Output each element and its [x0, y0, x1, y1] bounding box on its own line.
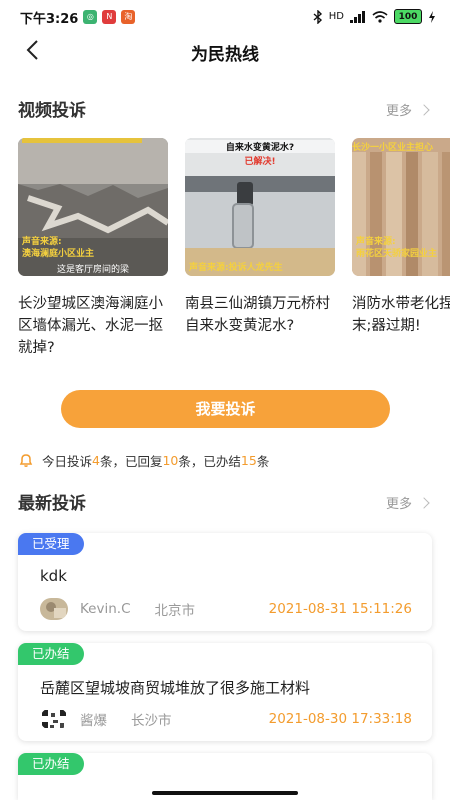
- stats-done-count: 15: [240, 452, 257, 468]
- video-card[interactable]: 声音来源: 澳海澜庭小区业主 这是客厅房间的梁 长沙望城区澳海澜庭小区墙体漏光、…: [18, 138, 168, 358]
- overlay-source-name: 投诉人龙先生: [228, 263, 283, 273]
- overlay-source-name: 澳海澜庭小区业主: [22, 249, 95, 259]
- complaint-card[interactable]: 已受理 kdk Kevin.C 北京市 2021-08-31 15:11:26: [18, 533, 432, 631]
- complaint-time: 2021-08-30 17:33:18: [268, 711, 412, 727]
- video-card[interactable]: 长沙一小区业主担心 声音来源: 雨花区天骄家园业主 消防水带老化捏就成粉末;器过…: [352, 138, 450, 337]
- status-badge: 已受理: [18, 533, 84, 555]
- status-icons: HD 100: [313, 9, 436, 24]
- video-overlay-title: 长沙一小区业主担心: [352, 143, 434, 153]
- complaint-meta: Kevin.C 北京市 2021-08-31 15:11:26: [40, 598, 412, 620]
- video-section-title: 视频投诉: [18, 101, 86, 121]
- video-overlay-source: 声音来源: 雨花区天骄家园业主: [356, 236, 437, 260]
- bell-icon: [19, 454, 33, 467]
- overlay-source-name: 雨花区天骄家园业主: [356, 249, 438, 259]
- stats-text-3: 条，已办结: [178, 453, 241, 469]
- signal-icon: [350, 10, 365, 23]
- video-thumbnail: 声音来源: 澳海澜庭小区业主 这是客厅房间的梁: [18, 138, 168, 276]
- video-caption: 长沙望城区澳海澜庭小区墙体漏光、水泥一抠就掉?: [18, 296, 163, 356]
- video-overlay-subtitle: 这是客厅房间的梁: [56, 265, 129, 275]
- video-section-header: 视频投诉 更多: [18, 96, 432, 121]
- video-thumbnail: 自来水变黄泥水? 已解决! 声音来源:投诉人龙先生: [185, 138, 335, 276]
- video-thumbnail: 长沙一小区业主担心 声音来源: 雨花区天骄家园业主: [352, 138, 450, 276]
- wifi-icon: [372, 10, 388, 23]
- complaint-user: Kevin.C: [80, 601, 131, 617]
- overlay-source-label: 声音来源:: [189, 263, 229, 273]
- complain-button[interactable]: 我要投诉: [61, 390, 390, 428]
- stats-text-2: 条，已回复: [99, 453, 163, 469]
- latest-section-header: 最新投诉 更多: [18, 489, 432, 514]
- complaint-city: 长沙市: [131, 713, 172, 729]
- complaint-card[interactable]: 已办结 岳麓区望城坡商贸城堆放了很多施工材料 酱爆 长沙市 2021-08-30…: [18, 643, 432, 741]
- video-carousel[interactable]: 声音来源: 澳海澜庭小区业主 这是客厅房间的梁 长沙望城区澳海澜庭小区墙体漏光、…: [18, 138, 450, 358]
- complaint-title: 岳麓区望城坡商贸城堆放了很多施工材料: [40, 679, 311, 697]
- home-indicator[interactable]: [152, 791, 298, 795]
- video-card[interactable]: 自来水变黄泥水? 已解决! 声音来源:投诉人龙先生 南县三仙湖镇万元桥村自来水变…: [185, 138, 335, 337]
- chevron-right-icon: [418, 496, 430, 509]
- video-overlay-source: 声音来源: 澳海澜庭小区业主: [22, 236, 94, 260]
- complaint-time: 2021-08-31 15:11:26: [268, 601, 412, 617]
- latest-more-label: 更多: [385, 497, 412, 512]
- stats-replied-count: 10: [162, 452, 179, 468]
- page-title: 为民热线: [191, 45, 259, 65]
- network-type-label: HD: [328, 11, 344, 22]
- overlay-source-label: 声音来源:: [356, 237, 396, 247]
- status-time: 下午3:26: [20, 11, 79, 27]
- video-caption: 南县三仙湖镇万元桥村自来水变黄泥水?: [185, 296, 330, 334]
- complaint-user: 酱爆: [80, 713, 107, 729]
- video-caption: 消防水带老化捏就成粉末;器过期!: [352, 296, 450, 334]
- status-badge: 已办结: [18, 643, 84, 665]
- video-more-link[interactable]: 更多: [385, 100, 430, 119]
- shopping-notification-icon: 淘: [121, 10, 136, 24]
- news-notification-icon: N: [102, 10, 117, 24]
- stats-text-1: 今日投诉: [42, 453, 93, 469]
- bluetooth-icon: [313, 9, 322, 24]
- header-bar: 为民热线: [0, 34, 450, 68]
- stats-today-count: 4: [92, 452, 100, 468]
- video-more-label: 更多: [385, 104, 412, 119]
- latest-more-link[interactable]: 更多: [385, 493, 430, 512]
- overlay-source-label: 声音来源:: [22, 237, 62, 247]
- complaint-title: kdk: [40, 567, 67, 585]
- avatar: [40, 598, 68, 620]
- video-overlay-source: 声音来源:投诉人龙先生: [189, 260, 283, 273]
- latest-section-title: 最新投诉: [18, 494, 86, 514]
- video-overlay-title: 自来水变黄泥水?: [185, 140, 335, 153]
- battery-icon: 100: [394, 9, 422, 24]
- app-notification-icon: ◎: [83, 10, 98, 24]
- video-overlay-status: 已解决!: [244, 157, 276, 167]
- status-badge: 已办结: [18, 753, 84, 775]
- charging-icon: [429, 10, 435, 23]
- chevron-right-icon: [418, 103, 430, 116]
- status-bar: 下午3:26 ◎ N 淘 HD 100: [0, 0, 450, 34]
- complaint-city: 北京市: [154, 603, 196, 619]
- daily-stats: 今日投诉 4 条，已回复 10 条，已办结 15 条: [18, 450, 269, 470]
- complaint-meta: 酱爆 长沙市 2021-08-30 17:33:18: [40, 708, 412, 730]
- stats-text-4: 条: [256, 453, 270, 469]
- avatar: [40, 708, 68, 730]
